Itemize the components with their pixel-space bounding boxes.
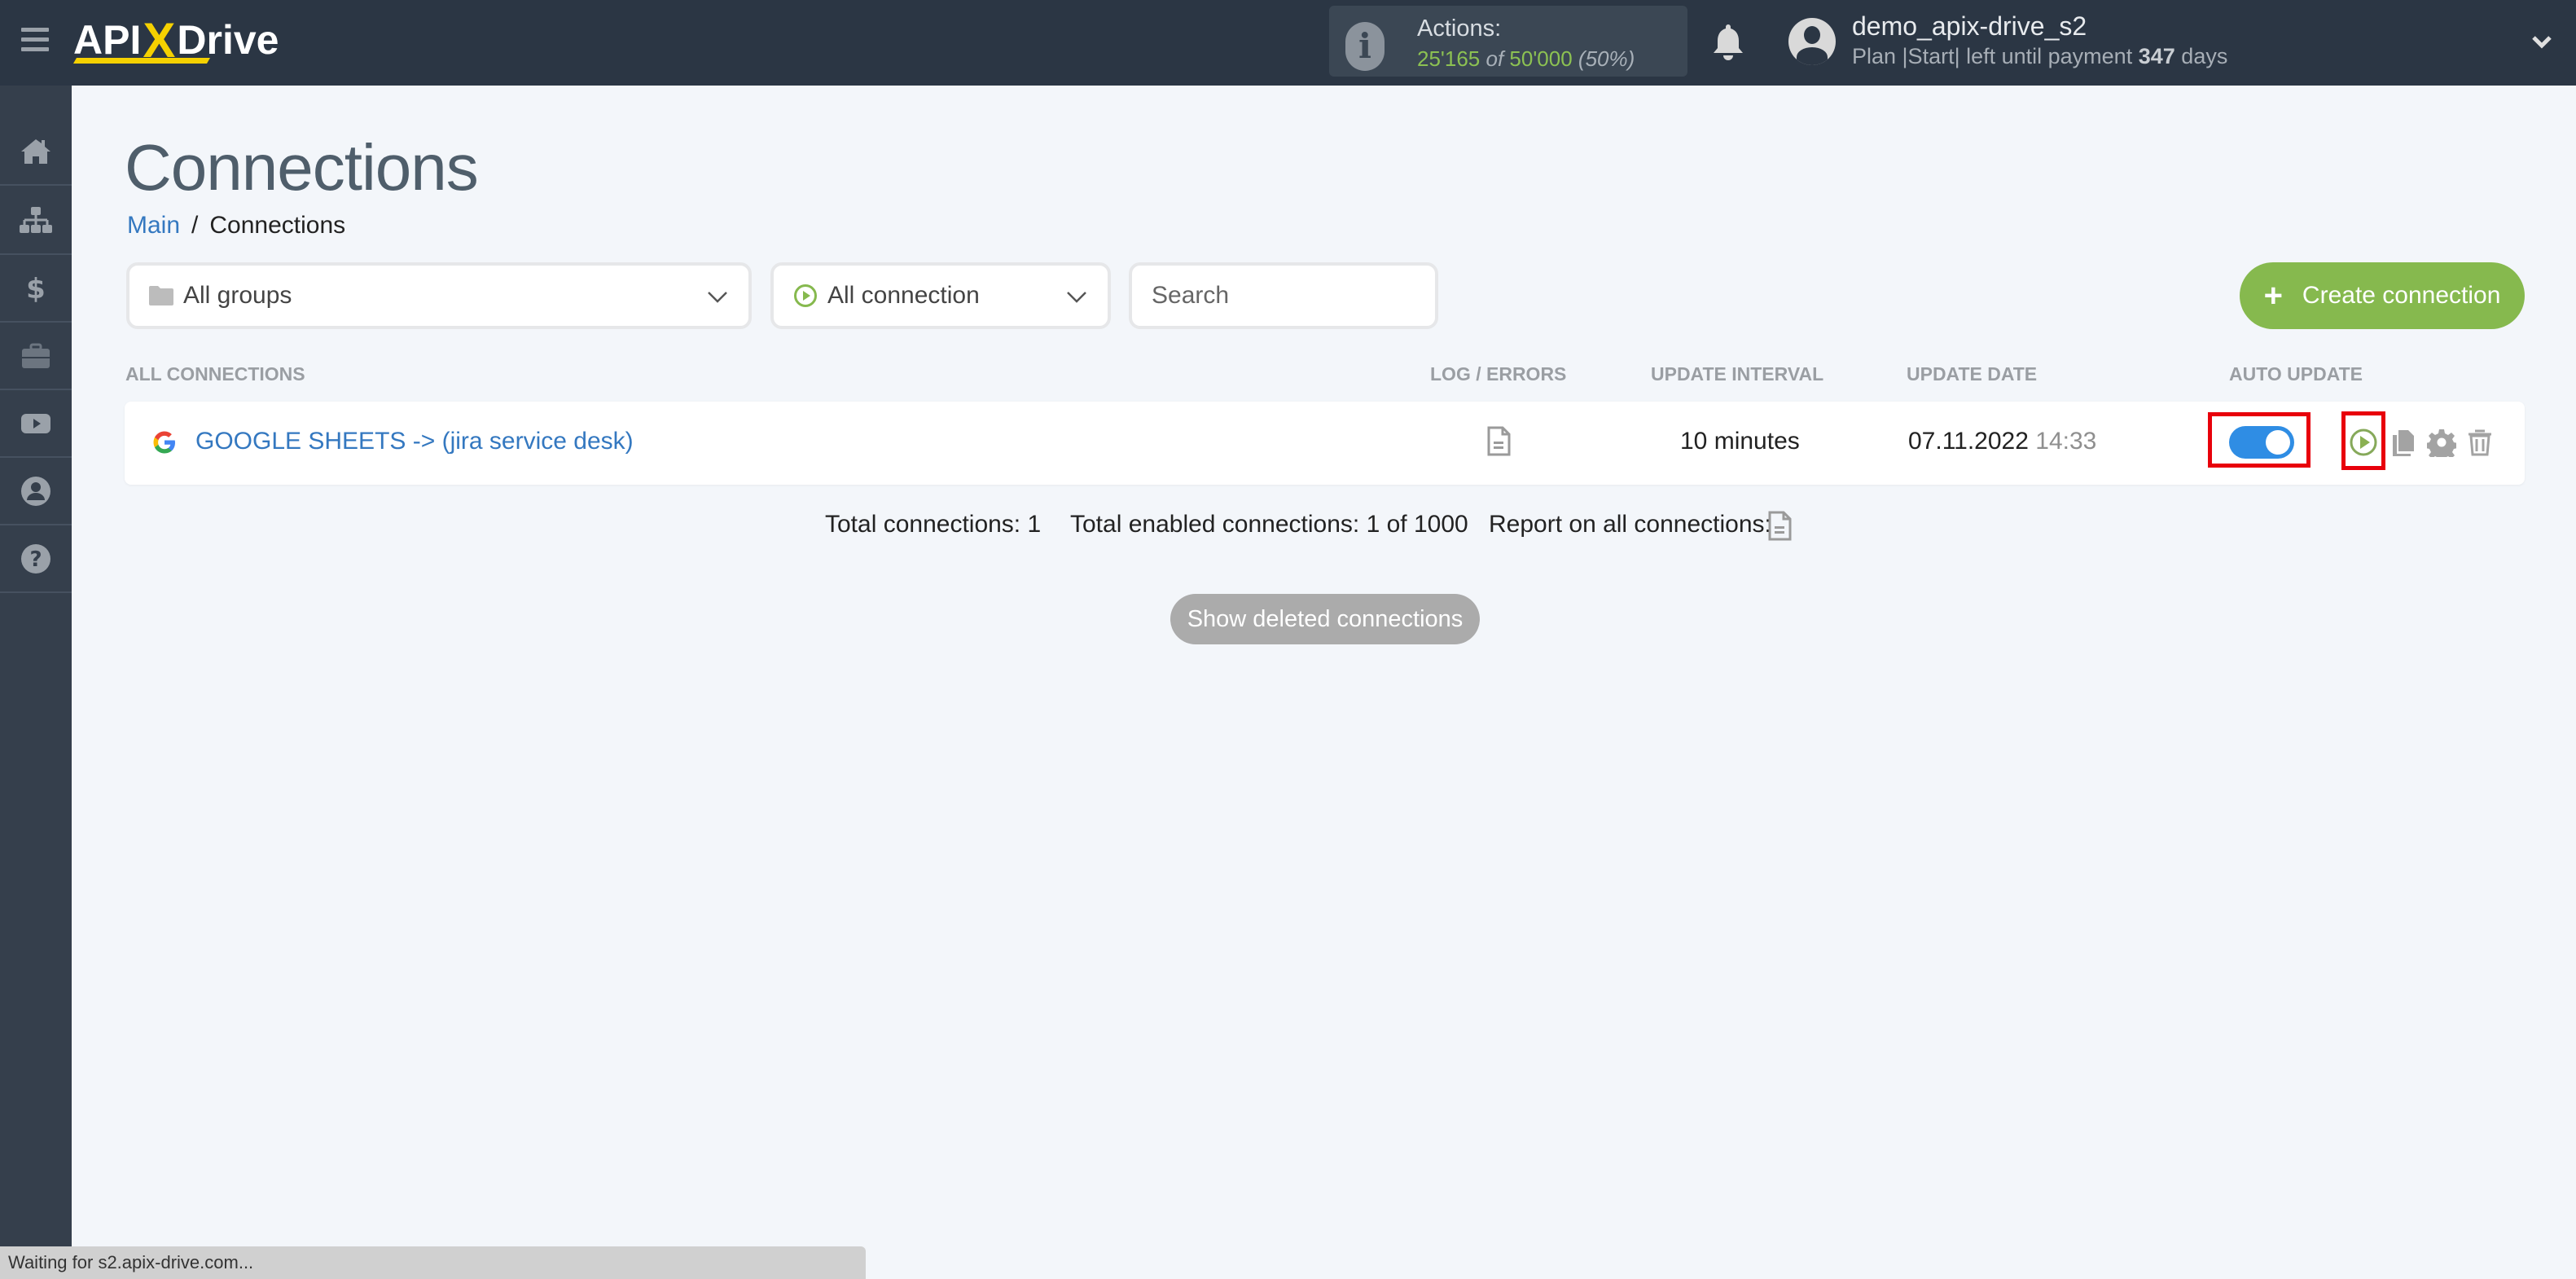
actions-used: 25'165	[1417, 46, 1481, 71]
days-suffix: days	[2181, 44, 2228, 68]
create-connection-button[interactable]: + Create connection	[2240, 262, 2525, 329]
plus-icon: +	[2263, 278, 2283, 314]
days-left: 347	[2138, 44, 2175, 68]
apix-drive-logo[interactable]: API X Drive	[72, 11, 279, 68]
column-header-all-connections: ALL CONNECTIONS	[125, 363, 305, 385]
chevron-down-icon	[1067, 292, 1086, 303]
breadcrumb-main-link[interactable]: Main	[127, 212, 180, 239]
logo-text-drive: Drive	[177, 17, 279, 63]
groups-select[interactable]: All groups	[126, 262, 752, 329]
table-row: GOOGLE SHEETS -> (jira service desk) 10 …	[125, 402, 2525, 485]
sidebar-item-billing[interactable]: $	[0, 255, 72, 323]
briefcase-icon	[22, 343, 50, 368]
svg-text:?: ?	[29, 547, 42, 572]
browser-status-bar: Waiting for s2.apix-drive.com...	[0, 1246, 866, 1279]
folder-icon	[149, 286, 173, 305]
update-date: 07.11.2022 14:33	[1908, 428, 2096, 455]
connection-name-link[interactable]: GOOGLE SHEETS -> (jira service desk)	[195, 428, 634, 455]
top-bar: API X Drive i Actions: 25'165 of 50'000 (5…	[0, 0, 2576, 86]
log-document-icon[interactable]	[1486, 426, 1511, 457]
sidebar-item-connections[interactable]	[0, 187, 72, 255]
actions-percent: (50%)	[1578, 46, 1635, 71]
report-all-connections-label: Report on all connections:	[1489, 511, 1771, 538]
copy-icon[interactable]	[2389, 428, 2418, 457]
hamburger-menu-icon[interactable]	[21, 28, 49, 52]
user-name[interactable]: demo_apix-drive_s2	[1852, 11, 2087, 42]
user-plan: Plan |Start| left until payment 347 days	[1852, 44, 2227, 69]
actions-limit: 50'000	[1509, 46, 1573, 71]
logo-text-api: API	[73, 17, 142, 63]
column-header-log-errors: LOG / ERRORS	[1430, 363, 1567, 385]
sitemap-icon	[20, 206, 52, 233]
play-circle-icon	[794, 284, 817, 307]
sidebar-item-help[interactable]: ?	[0, 525, 72, 593]
actions-of: of	[1485, 46, 1504, 71]
actions-value: 25'165 of 50'000 (50%)	[1417, 46, 1635, 72]
sidebar-item-services[interactable]	[0, 323, 72, 390]
google-icon	[153, 431, 175, 454]
column-header-update-interval: UPDATE INTERVAL	[1651, 363, 1824, 385]
column-header-auto-update: AUTO UPDATE	[2229, 363, 2363, 385]
page-title: Connections	[125, 131, 479, 204]
update-date-time: 14:33	[2035, 428, 2097, 455]
connection-select-value: All connection	[827, 282, 980, 309]
toggle-knob	[2266, 430, 2290, 455]
avatar-icon[interactable]	[1788, 18, 1836, 65]
logo-underline	[72, 58, 211, 64]
sidebar-item-home[interactable]	[0, 118, 72, 186]
connection-status-select[interactable]: All connection	[770, 262, 1111, 329]
info-icon: i	[1345, 22, 1385, 71]
show-deleted-connections-button[interactable]: Show deleted connections	[1170, 594, 1480, 644]
search-input[interactable]	[1129, 262, 1438, 329]
chevron-down-icon[interactable]	[2531, 31, 2552, 52]
total-connections: Total connections: 1	[825, 511, 1042, 538]
report-document-icon[interactable]	[1767, 511, 1792, 542]
bell-icon[interactable]	[1712, 23, 1744, 60]
question-circle-icon: ?	[21, 543, 50, 574]
breadcrumb-separator: /	[191, 212, 199, 239]
create-connection-label: Create connection	[2302, 282, 2501, 309]
home-icon	[21, 138, 50, 164]
dollar-icon: $	[26, 273, 46, 305]
total-enabled-connections: Total enabled connections: 1 of 1000	[1070, 511, 1468, 538]
chevron-down-icon	[708, 292, 727, 303]
plan-text: Plan |Start| left until payment	[1852, 44, 2133, 68]
breadcrumb: Main / Connections	[127, 212, 345, 240]
trash-icon[interactable]	[2465, 428, 2495, 457]
gear-icon[interactable]	[2427, 428, 2456, 457]
update-interval: 10 minutes	[1680, 428, 1800, 455]
sidebar: $ ?	[0, 86, 72, 1279]
sidebar-item-video[interactable]	[0, 390, 72, 458]
svg-text:$: $	[26, 273, 46, 305]
auto-update-toggle[interactable]	[2229, 426, 2294, 459]
sidebar-item-profile[interactable]	[0, 458, 72, 525]
breadcrumb-current: Connections	[209, 212, 346, 239]
column-header-update-date: UPDATE DATE	[1907, 363, 2038, 385]
user-circle-icon	[21, 476, 50, 506]
groups-select-value: All groups	[183, 282, 292, 309]
youtube-icon	[21, 413, 50, 433]
actions-counter: i Actions: 25'165 of 50'000 (50%)	[1329, 6, 1687, 77]
actions-label: Actions:	[1417, 15, 1502, 42]
run-now-play-icon[interactable]	[2349, 428, 2378, 457]
update-date-day: 07.11.2022	[1908, 428, 2029, 455]
